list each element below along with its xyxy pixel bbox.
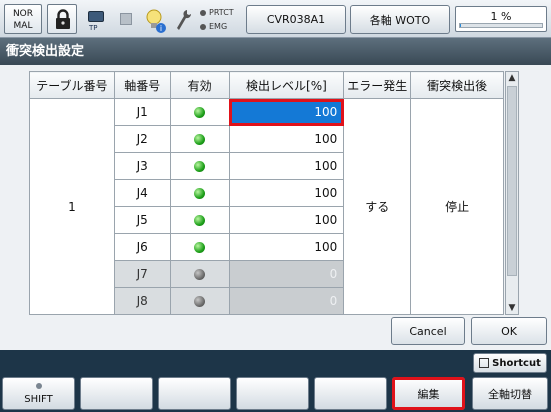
mode-label-line1: NOR (12, 9, 34, 19)
scroll-thumb[interactable] (507, 86, 517, 276)
all-axis-switch-key[interactable]: 全軸切替 (472, 377, 548, 410)
enabled-cell[interactable] (169, 206, 230, 234)
mode-indicator[interactable]: NOR MAL (4, 4, 42, 34)
enabled-cell[interactable] (169, 233, 230, 261)
header-after-detection: 衝突検出後 (410, 71, 504, 99)
disabled-led-icon (194, 269, 206, 280)
enabled-cell[interactable] (169, 260, 230, 288)
wrench-icon[interactable] (174, 8, 192, 32)
error-occurrence-cell[interactable]: する (343, 98, 412, 315)
scroll-down-icon[interactable]: ▼ (506, 302, 518, 314)
axis-cell: J1 (113, 98, 171, 126)
detection-level-cell[interactable]: 100 (228, 152, 345, 180)
enabled-led-icon (194, 161, 206, 172)
shift-label: SHIFT (24, 394, 53, 405)
page-title: 衝突検出設定 (0, 38, 551, 65)
header-table-number: テーブル番号 (29, 71, 115, 99)
after-detection-cell[interactable]: 停止 (410, 98, 504, 315)
enabled-led-icon (194, 188, 206, 199)
emergency-status: EMG (200, 22, 227, 31)
axis-mode-button[interactable]: 各軸 WOTO (350, 5, 450, 34)
detection-level-cell[interactable]: 0 (228, 260, 345, 288)
shift-indicator-icon (35, 383, 42, 389)
status-bar: NOR MAL TP i PRTCT EMG CVR038A1 各軸 WOTO … (0, 0, 551, 38)
protect-dot-icon (200, 9, 206, 16)
protect-status: PRTCT (200, 8, 234, 17)
detection-level-cell[interactable]: 100 (228, 233, 345, 261)
table-row[interactable]: 1 J1 100 する 停止 (29, 98, 504, 315)
svg-text:i: i (160, 24, 162, 33)
function-key-f2[interactable] (158, 377, 231, 410)
table-scrollbar[interactable]: ▲ ▼ (505, 71, 519, 315)
ok-button[interactable]: OK (471, 317, 547, 345)
table-number-cell[interactable]: 1 (29, 98, 115, 315)
axis-cell: J7 (113, 260, 171, 288)
header-enabled: 有効 (169, 71, 230, 99)
shift-key[interactable]: SHIFT (2, 377, 75, 410)
enabled-cell[interactable] (169, 125, 230, 153)
axis-cell: J4 (113, 179, 171, 207)
function-key-f3[interactable] (236, 377, 309, 410)
header-axis-number: 軸番号 (113, 71, 171, 99)
enabled-led-icon (194, 242, 206, 253)
teach-pendant-icon: TP (86, 9, 106, 33)
speed-override-fill (460, 24, 461, 27)
speed-override-label: 1 % (490, 10, 512, 23)
enabled-cell[interactable] (169, 152, 230, 180)
protect-label: PRTCT (209, 8, 234, 17)
scroll-up-icon[interactable]: ▲ (506, 72, 518, 84)
detection-level-cell-selected[interactable]: 100 (228, 98, 345, 126)
detection-level-cell[interactable]: 0 (228, 287, 345, 315)
axis-cell: J5 (113, 206, 171, 234)
function-key-f4[interactable] (314, 377, 387, 410)
main-panel: テーブル番号 軸番号 有効 検出レベル[%] エラー発生 衝突検出後 1 J1 10… (0, 65, 551, 350)
shortcut-icon (479, 358, 490, 368)
emg-label: EMG (209, 22, 228, 31)
table-header-row: テーブル番号 軸番号 有効 検出レベル[%] エラー発生 衝突検出後 (29, 71, 504, 99)
header-error-occurrence: エラー発生 (343, 71, 412, 99)
edit-key[interactable]: 編集 (392, 377, 465, 410)
shortcut-button[interactable]: Shortcut (473, 353, 547, 373)
axis-cell: J3 (113, 152, 171, 180)
axis-cell: J2 (113, 125, 171, 153)
mode-label-line2: MAL (13, 21, 33, 31)
emergency-dot-icon (200, 23, 206, 30)
stop-status-icon (120, 13, 132, 25)
enabled-led-icon (194, 107, 206, 118)
cancel-button[interactable]: Cancel (391, 317, 465, 345)
enabled-led-icon (194, 215, 206, 226)
speed-override-track (459, 23, 543, 28)
detection-level-cell[interactable]: 100 (228, 125, 345, 153)
speed-override[interactable]: 1 % (455, 6, 547, 32)
enabled-cell[interactable] (169, 287, 230, 315)
shortcut-label: Shortcut (492, 357, 541, 369)
tp-label: TP (89, 24, 98, 32)
axis-cell: J6 (113, 233, 171, 261)
detection-level-cell[interactable]: 100 (228, 179, 345, 207)
axis-cell: J8 (113, 287, 171, 315)
lock-button[interactable] (47, 4, 77, 34)
function-key-f1[interactable] (80, 377, 153, 410)
disabled-led-icon (194, 296, 206, 307)
lightbulb-info-icon[interactable]: i (145, 8, 167, 34)
detection-level-cell[interactable]: 100 (228, 206, 345, 234)
enabled-cell[interactable] (169, 98, 230, 126)
header-detection-level: 検出レベル[%] (228, 71, 345, 99)
collision-detection-table: テーブル番号 軸番号 有効 検出レベル[%] エラー発生 衝突検出後 1 J1 10… (29, 71, 504, 315)
lock-icon (56, 9, 70, 29)
program-name-button[interactable]: CVR038A1 (246, 5, 346, 34)
enabled-cell[interactable] (169, 179, 230, 207)
enabled-led-icon (194, 134, 206, 145)
